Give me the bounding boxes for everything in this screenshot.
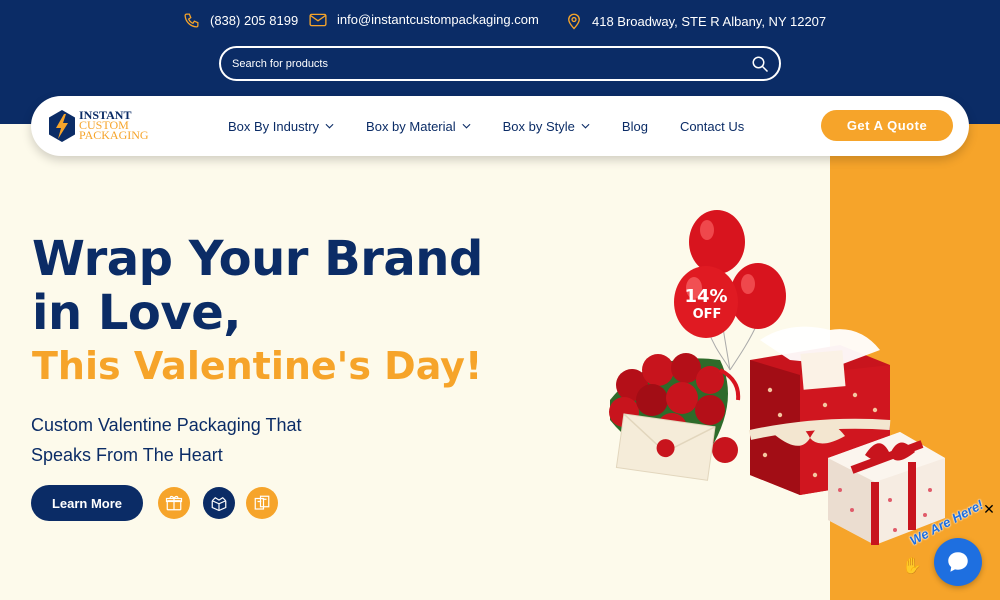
nav-links: Box By Industry Box by Material Box by S… xyxy=(228,96,776,156)
chat-launcher-button[interactable] xyxy=(934,538,982,586)
hero-subtitle-line1: Custom Valentine Packaging That xyxy=(31,415,302,435)
logo-line3: PACKAGING xyxy=(79,128,149,142)
hero-title: Wrap Your Brand in Love, xyxy=(32,232,483,340)
hero-subtitle: Custom Valentine Packaging That Speaks F… xyxy=(31,410,361,470)
logo-hexagon-icon xyxy=(49,110,75,142)
site-logo[interactable]: INSTANT CUSTOM PACKAGING xyxy=(47,108,177,144)
open-box-category-button[interactable] xyxy=(203,487,235,519)
chevron-down-icon xyxy=(462,123,471,129)
search-bar xyxy=(219,46,781,81)
hero-title-line1: Wrap Your Brand xyxy=(32,231,483,287)
logo-wordmark: INSTANT CUSTOM PACKAGING xyxy=(79,109,149,142)
nav-item-label: Box by Style xyxy=(502,118,575,134)
nav-item-label: Blog xyxy=(621,118,648,134)
contact-phone[interactable]: (838) 205 8199 xyxy=(183,12,298,29)
contact-row: (838) 205 8199 info@instantcustompackagi… xyxy=(0,12,1000,32)
chat-icon xyxy=(948,552,968,572)
nav-item-box-by-industry[interactable]: Box By Industry xyxy=(228,119,334,134)
chevron-down-icon xyxy=(325,123,334,129)
balloon-discount-text: 14% xyxy=(684,286,727,307)
nav-item-label: Box By Industry xyxy=(228,118,320,134)
hero-subtitle-line2: Speaks From The Heart xyxy=(31,445,223,465)
gift-box-icon xyxy=(165,495,183,511)
location-pin-icon xyxy=(568,13,580,30)
open-box-icon xyxy=(211,496,227,512)
hero-title-line2: in Love, xyxy=(32,285,241,341)
nav-item-label: Box by Material xyxy=(366,118,456,134)
balloon-off-text: OFF xyxy=(693,307,722,322)
chevron-down-icon xyxy=(581,123,590,129)
packaging-category-button[interactable] xyxy=(246,487,278,519)
main-navbar: INSTANT CUSTOM PACKAGING Box By Industry… xyxy=(31,96,969,156)
search-icon[interactable] xyxy=(751,55,769,73)
packaging-icon xyxy=(254,495,270,510)
get-a-quote-button[interactable]: Get A Quote xyxy=(821,110,953,141)
nav-item-blog[interactable]: Blog xyxy=(622,119,648,134)
hero-title-accent: This Valentine's Day! xyxy=(32,344,483,388)
mail-icon xyxy=(309,13,327,26)
phone-icon xyxy=(184,13,199,28)
search-input[interactable] xyxy=(232,54,732,74)
gift-box-category-button[interactable] xyxy=(158,487,190,519)
balloon xyxy=(689,210,745,274)
balloon xyxy=(730,263,786,329)
nav-item-box-by-style[interactable]: Box by Style xyxy=(503,119,590,134)
valentine-gifts-illustration: 14% OFF xyxy=(609,210,945,545)
learn-more-button[interactable]: Learn More xyxy=(31,485,143,521)
email-text: info@instantcustompackaging.com xyxy=(337,12,539,27)
nav-item-box-by-material[interactable]: Box by Material xyxy=(366,119,471,134)
contact-address[interactable]: 418 Broadway, STE R Albany, NY 12207 xyxy=(566,12,826,30)
nav-item-label: Contact Us xyxy=(679,118,745,134)
nav-item-contact-us[interactable]: Contact Us xyxy=(680,119,744,134)
contact-email[interactable]: info@instantcustompackaging.com xyxy=(309,12,539,27)
phone-text: (838) 205 8199 xyxy=(210,13,299,28)
address-text: 418 Broadway, STE R Albany, NY 12207 xyxy=(592,13,827,29)
waving-hand-icon: ✋ xyxy=(902,558,922,575)
